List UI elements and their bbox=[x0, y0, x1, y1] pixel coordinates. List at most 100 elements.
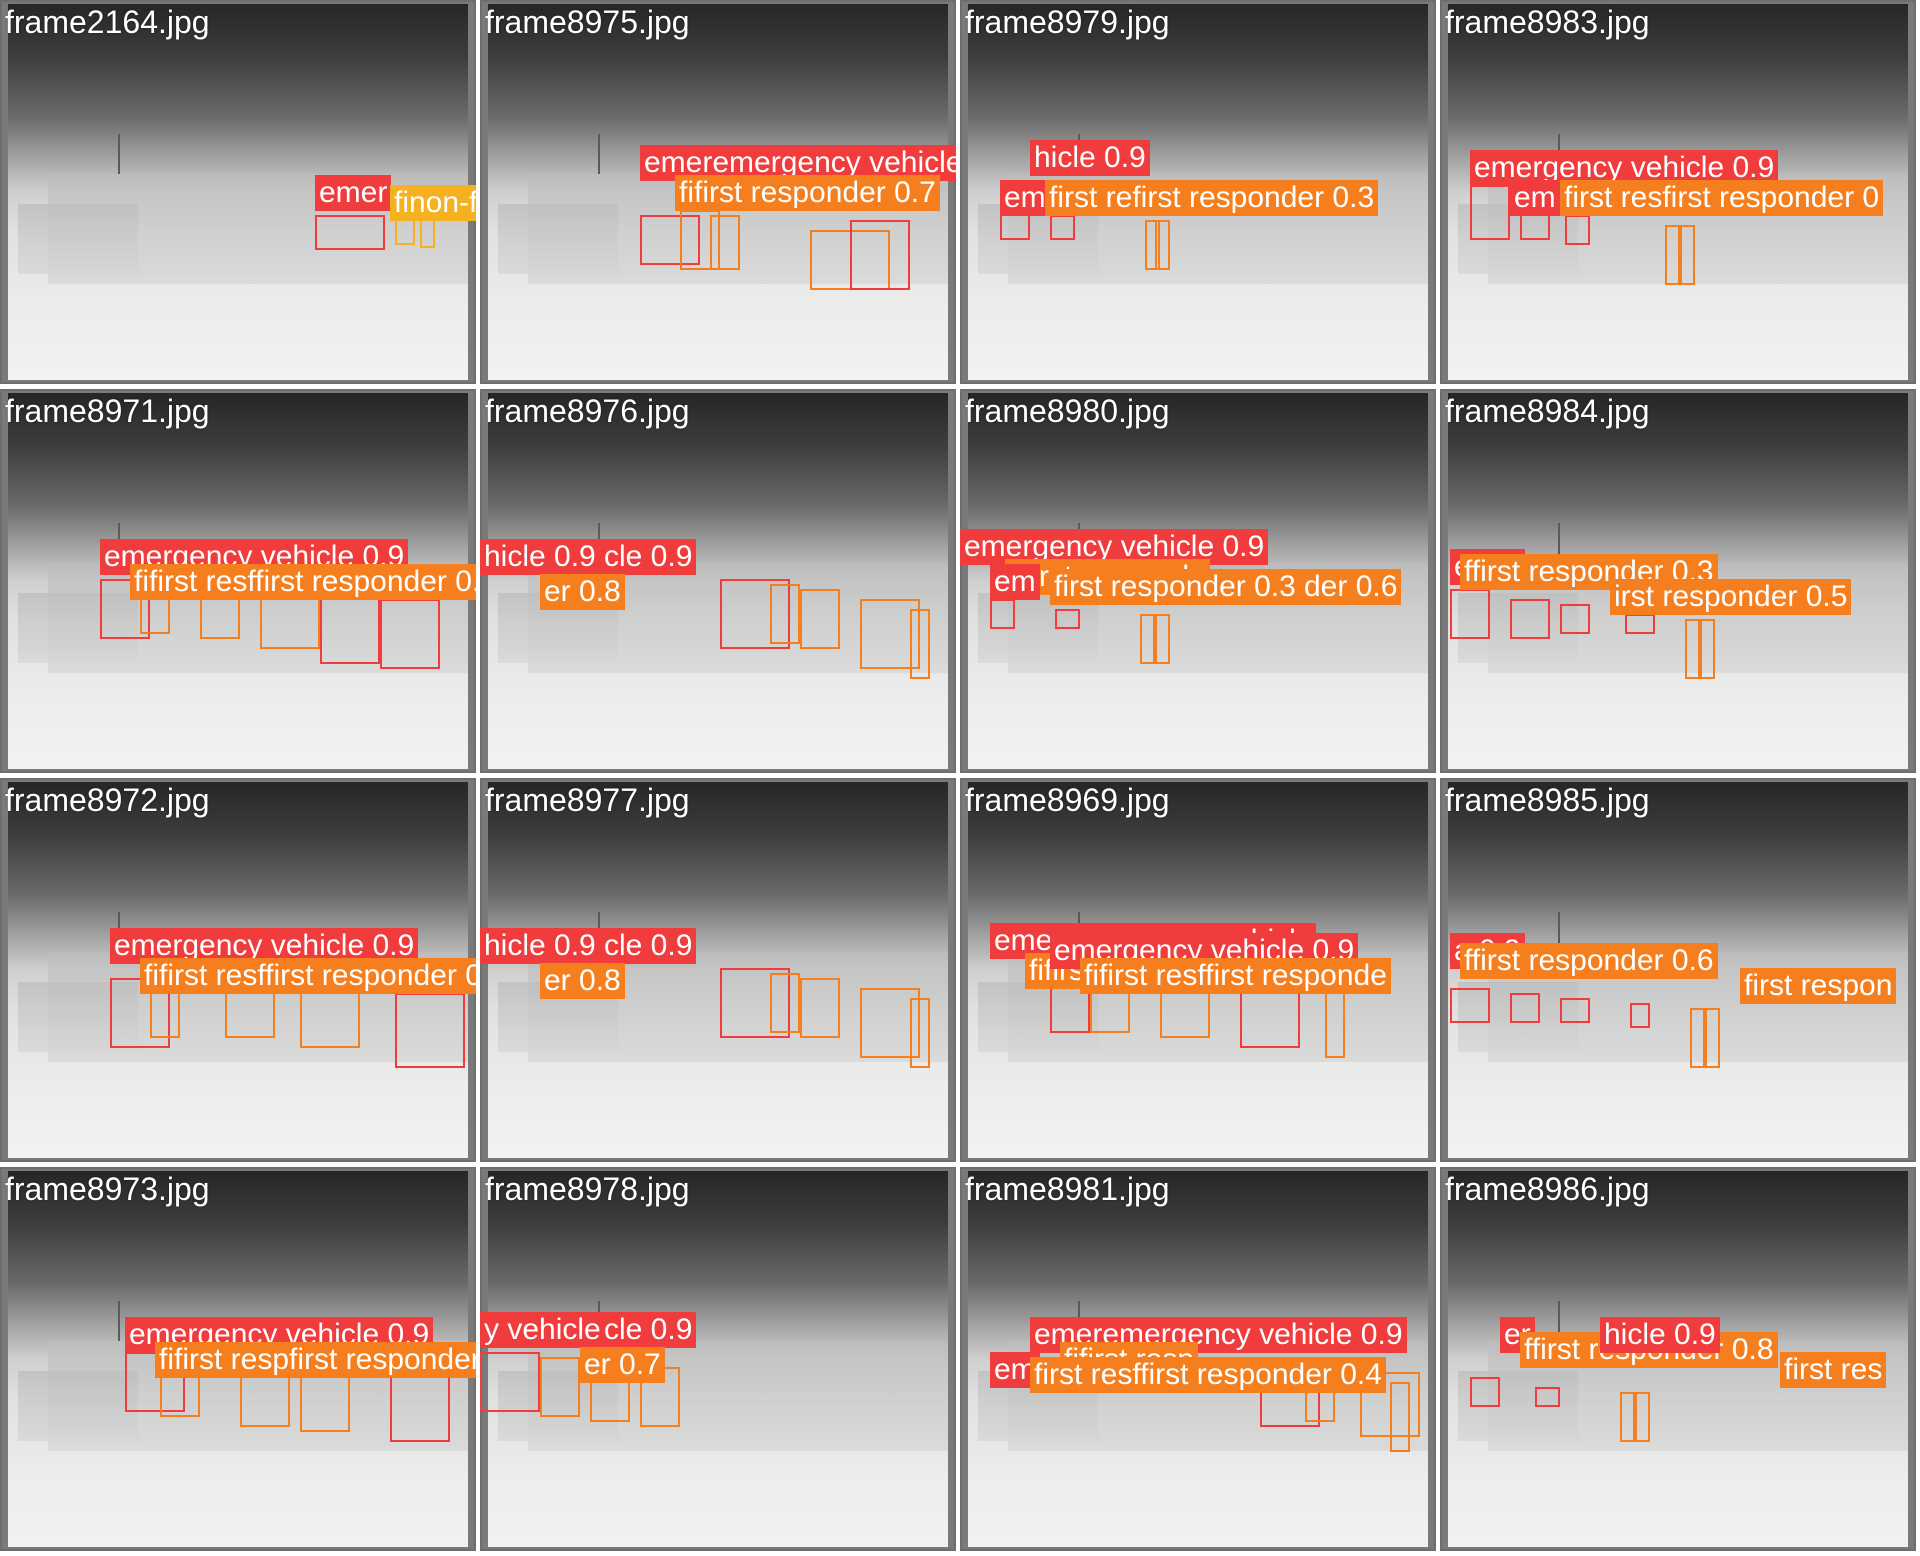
light-pole bbox=[118, 1301, 120, 1341]
light-pole bbox=[598, 134, 600, 174]
detection-box bbox=[1680, 225, 1695, 285]
tile-frame8981: emeremergency vehicle 0.9fifirst respemf… bbox=[960, 1167, 1436, 1551]
frame-filename: frame8979.jpg bbox=[965, 4, 1170, 40]
detection-box bbox=[1625, 614, 1655, 634]
detection-label: er 0.7 bbox=[580, 1347, 665, 1383]
tile-frame8985: a 0.9ffirst responder 0.6first responfra… bbox=[1440, 778, 1916, 1162]
detection-box bbox=[1685, 619, 1700, 679]
detection-label: em bbox=[990, 564, 1040, 600]
detection-box bbox=[1690, 1008, 1705, 1068]
frame-filename: frame8969.jpg bbox=[965, 782, 1170, 818]
detection-box bbox=[710, 215, 740, 270]
detection-label: first respon bbox=[1740, 968, 1897, 1004]
frame-filename: frame8975.jpg bbox=[485, 4, 690, 40]
detection-label: der 0.6 bbox=[1300, 569, 1402, 605]
background-structure bbox=[498, 204, 618, 274]
frame-filename: frame8981.jpg bbox=[965, 1171, 1170, 1207]
detection-box bbox=[315, 215, 385, 250]
detection-label: hicle 0.9 bbox=[1030, 140, 1150, 176]
detection-box bbox=[800, 589, 840, 649]
detection-box bbox=[1535, 1387, 1560, 1407]
detection-label: ffirst responder 0.6 bbox=[1460, 943, 1718, 979]
detection-label: fifirst respfirst responder 0.7 bbox=[155, 1342, 476, 1378]
frame-filename: frame8971.jpg bbox=[5, 393, 210, 429]
detection-box bbox=[1450, 988, 1490, 1023]
detection-box bbox=[1705, 1008, 1720, 1068]
detection-label: er 0.8 bbox=[540, 963, 625, 999]
detection-box bbox=[1560, 604, 1590, 634]
detection-label: em bbox=[1000, 180, 1050, 216]
detection-label: fifirst resffirst responde bbox=[1080, 958, 1391, 994]
tile-frame8979: hicle 0.9 em first refirst responder 0.3 fr… bbox=[960, 0, 1436, 384]
frame-filename: frame8973.jpg bbox=[5, 1171, 210, 1207]
light-pole bbox=[118, 134, 120, 174]
frame-filename: frame8977.jpg bbox=[485, 782, 690, 818]
detection-label: fifirst responder 0.7 bbox=[675, 175, 940, 211]
detection-box bbox=[850, 220, 910, 290]
detection-box bbox=[1155, 220, 1170, 270]
detection-box bbox=[910, 998, 930, 1068]
detection-box bbox=[1565, 215, 1590, 245]
detection-box bbox=[770, 584, 800, 644]
tile-frame8986: erffirst responder 0.8first reshicle 0.9… bbox=[1440, 1167, 1916, 1551]
tile-frame2164: emerfinon-first responde frame2164.jpg bbox=[0, 0, 476, 384]
detection-box bbox=[1630, 1003, 1650, 1028]
tile-frame8978: y vehicle 0.9 cle 0.9 er 0.7 frame8978.jpg bbox=[480, 1167, 956, 1551]
frame-filename: frame8976.jpg bbox=[485, 393, 690, 429]
detection-box bbox=[910, 609, 930, 679]
tile-frame8975: emeremergency vehicle 0.9fifirst respond… bbox=[480, 0, 956, 384]
detection-box bbox=[770, 973, 800, 1033]
tile-frame8976: hicle 0.9 cle 0.9 er 0.8 frame8976.jpg bbox=[480, 389, 956, 773]
detection-label: finon-first responde bbox=[390, 185, 476, 221]
detection-box bbox=[1470, 1377, 1500, 1407]
detection-label: fifirst resffirst responder 0.7 bbox=[130, 564, 476, 600]
detection-box bbox=[1325, 988, 1345, 1058]
detection-box bbox=[1450, 589, 1490, 639]
detection-label: er 0.8 bbox=[540, 574, 625, 610]
detection-box bbox=[480, 1352, 540, 1412]
detection-box bbox=[1155, 614, 1170, 664]
detection-box bbox=[990, 599, 1015, 629]
detection-mosaic: emerfinon-first respondeframe2164.jpgeme… bbox=[0, 0, 1920, 1556]
detection-box bbox=[320, 594, 380, 664]
detection-label: emer bbox=[315, 175, 392, 211]
detection-label: cle 0.9 bbox=[600, 539, 697, 575]
frame-filename: frame8985.jpg bbox=[1445, 782, 1650, 818]
detection-box bbox=[1620, 1392, 1635, 1442]
frame-filename: frame8978.jpg bbox=[485, 1171, 690, 1207]
detection-label: cle 0.9 bbox=[600, 928, 697, 964]
tile-frame8980: emergency vehicle 0.9fifirst respondeemf… bbox=[960, 389, 1436, 773]
frame-filename: frame2164.jpg bbox=[5, 4, 210, 40]
detection-box bbox=[540, 1357, 580, 1417]
tile-frame8983: emergency vehicle 0.9 em first resfirst re… bbox=[1440, 0, 1916, 384]
frame-filename: frame8984.jpg bbox=[1445, 393, 1650, 429]
detection-label: hicle 0.9 bbox=[1600, 1317, 1720, 1353]
detection-label: first resfirst responder 0 bbox=[1560, 180, 1884, 216]
tile-frame8969: emeremergency vehiclefifirst responder 0… bbox=[960, 778, 1436, 1162]
frame-filename: frame8972.jpg bbox=[5, 782, 210, 818]
frame-filename: frame8983.jpg bbox=[1445, 4, 1650, 40]
detection-box bbox=[1560, 998, 1590, 1023]
detection-label: irst responder 0.5 bbox=[1610, 579, 1852, 615]
detection-box bbox=[1050, 215, 1075, 240]
tile-frame8984: e 0.9ffirst responder 0.3irst responder … bbox=[1440, 389, 1916, 773]
detection-box bbox=[390, 1372, 450, 1442]
tile-frame8972: emergency vehicle 0.9 fifirst resffirst r… bbox=[0, 778, 476, 1162]
detection-label: first res bbox=[1780, 1352, 1887, 1388]
tile-frame8977: hicle 0.9 cle 0.9 er 0.8 frame8977.jpg bbox=[480, 778, 956, 1162]
detection-box bbox=[1510, 599, 1550, 639]
background-structure bbox=[18, 204, 138, 274]
detection-box bbox=[1665, 225, 1680, 285]
detection-box bbox=[1470, 185, 1510, 240]
detection-box bbox=[1700, 619, 1715, 679]
detection-box bbox=[1510, 993, 1540, 1023]
tile-frame8973: emergency vehicle 0.9 fifirst respfirst r… bbox=[0, 1167, 476, 1551]
detection-box bbox=[1140, 614, 1155, 664]
detection-box bbox=[380, 599, 440, 669]
detection-label: fifirst resffirst responder 0.3 bbox=[140, 958, 476, 994]
detection-label: hicle 0.9 bbox=[480, 928, 600, 964]
detection-label: first resffirst responder 0.4 bbox=[1030, 1357, 1386, 1393]
frame-filename: frame8980.jpg bbox=[965, 393, 1170, 429]
detection-label: hicle 0.9 bbox=[480, 539, 600, 575]
detection-box bbox=[1390, 1382, 1410, 1452]
